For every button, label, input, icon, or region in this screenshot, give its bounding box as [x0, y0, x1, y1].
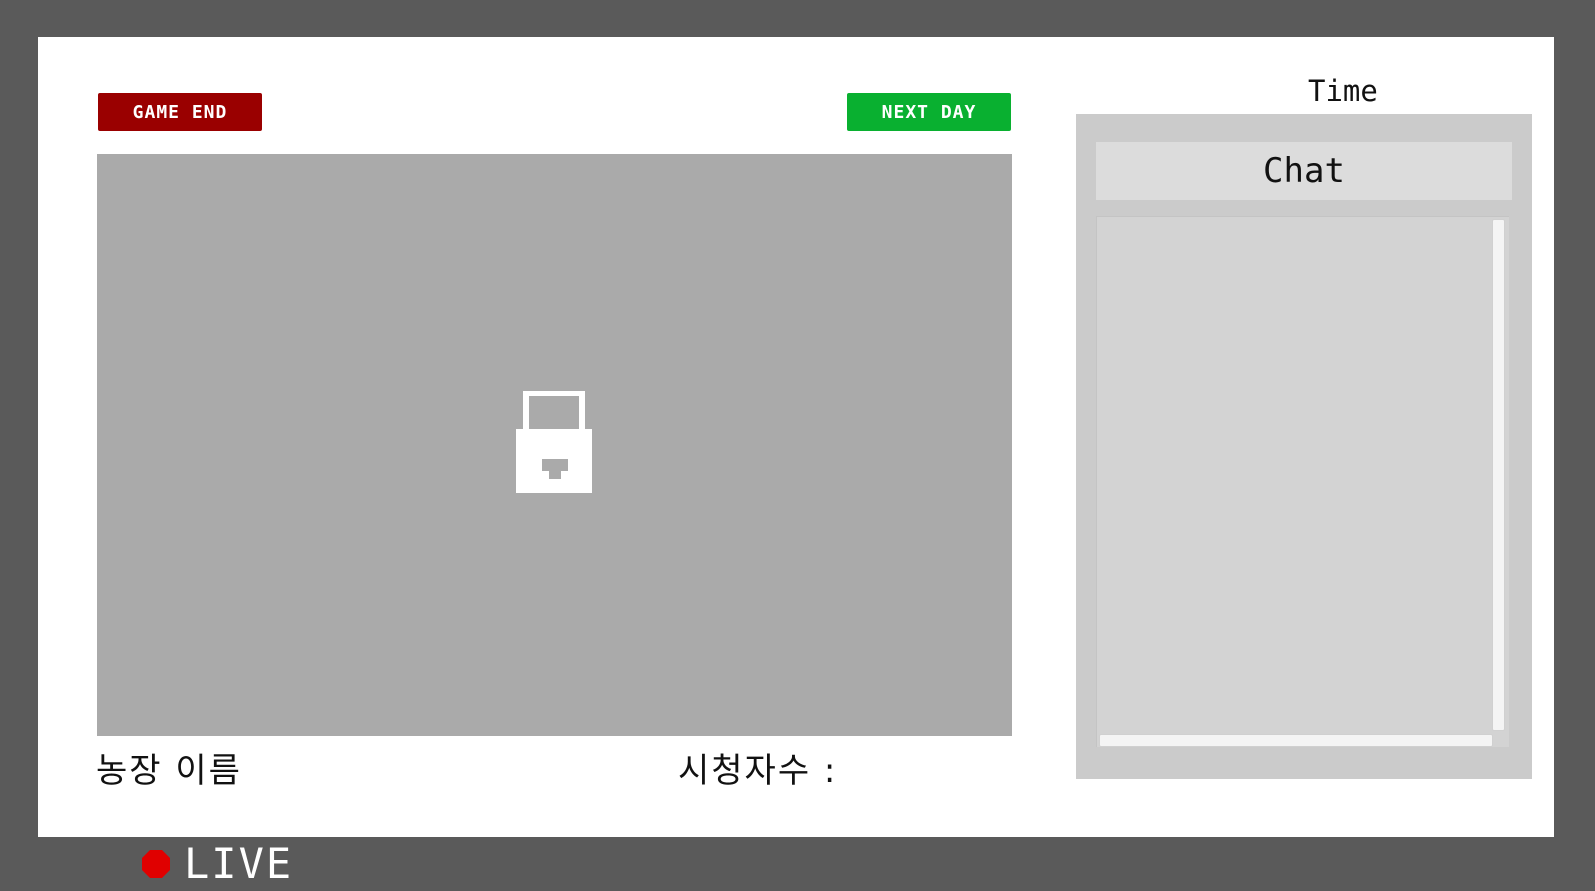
- next-day-button[interactable]: NEXT DAY: [847, 93, 1011, 131]
- chat-messages[interactable]: [1096, 216, 1509, 747]
- time-label: Time: [1308, 74, 1378, 108]
- main-frame: GAME END NEXT DAY 농장 이름 시청자수 : Time Chat: [38, 37, 1554, 837]
- live-label: LIVE: [184, 839, 294, 888]
- chat-panel: Chat: [1076, 114, 1532, 779]
- farm-name: 농장 이름: [96, 751, 242, 791]
- live-indicator: LIVE: [141, 842, 293, 886]
- chat-vertical-scrollbar[interactable]: [1492, 219, 1505, 731]
- record-dot-icon: [142, 850, 170, 878]
- chat-title: Chat: [1096, 142, 1512, 200]
- lock-icon: [516, 391, 592, 493]
- game-end-button[interactable]: GAME END: [98, 93, 262, 131]
- viewer-count: 시청자수 :: [678, 751, 838, 791]
- stream-viewport: [97, 154, 1012, 736]
- chat-horizontal-scrollbar[interactable]: [1099, 734, 1493, 747]
